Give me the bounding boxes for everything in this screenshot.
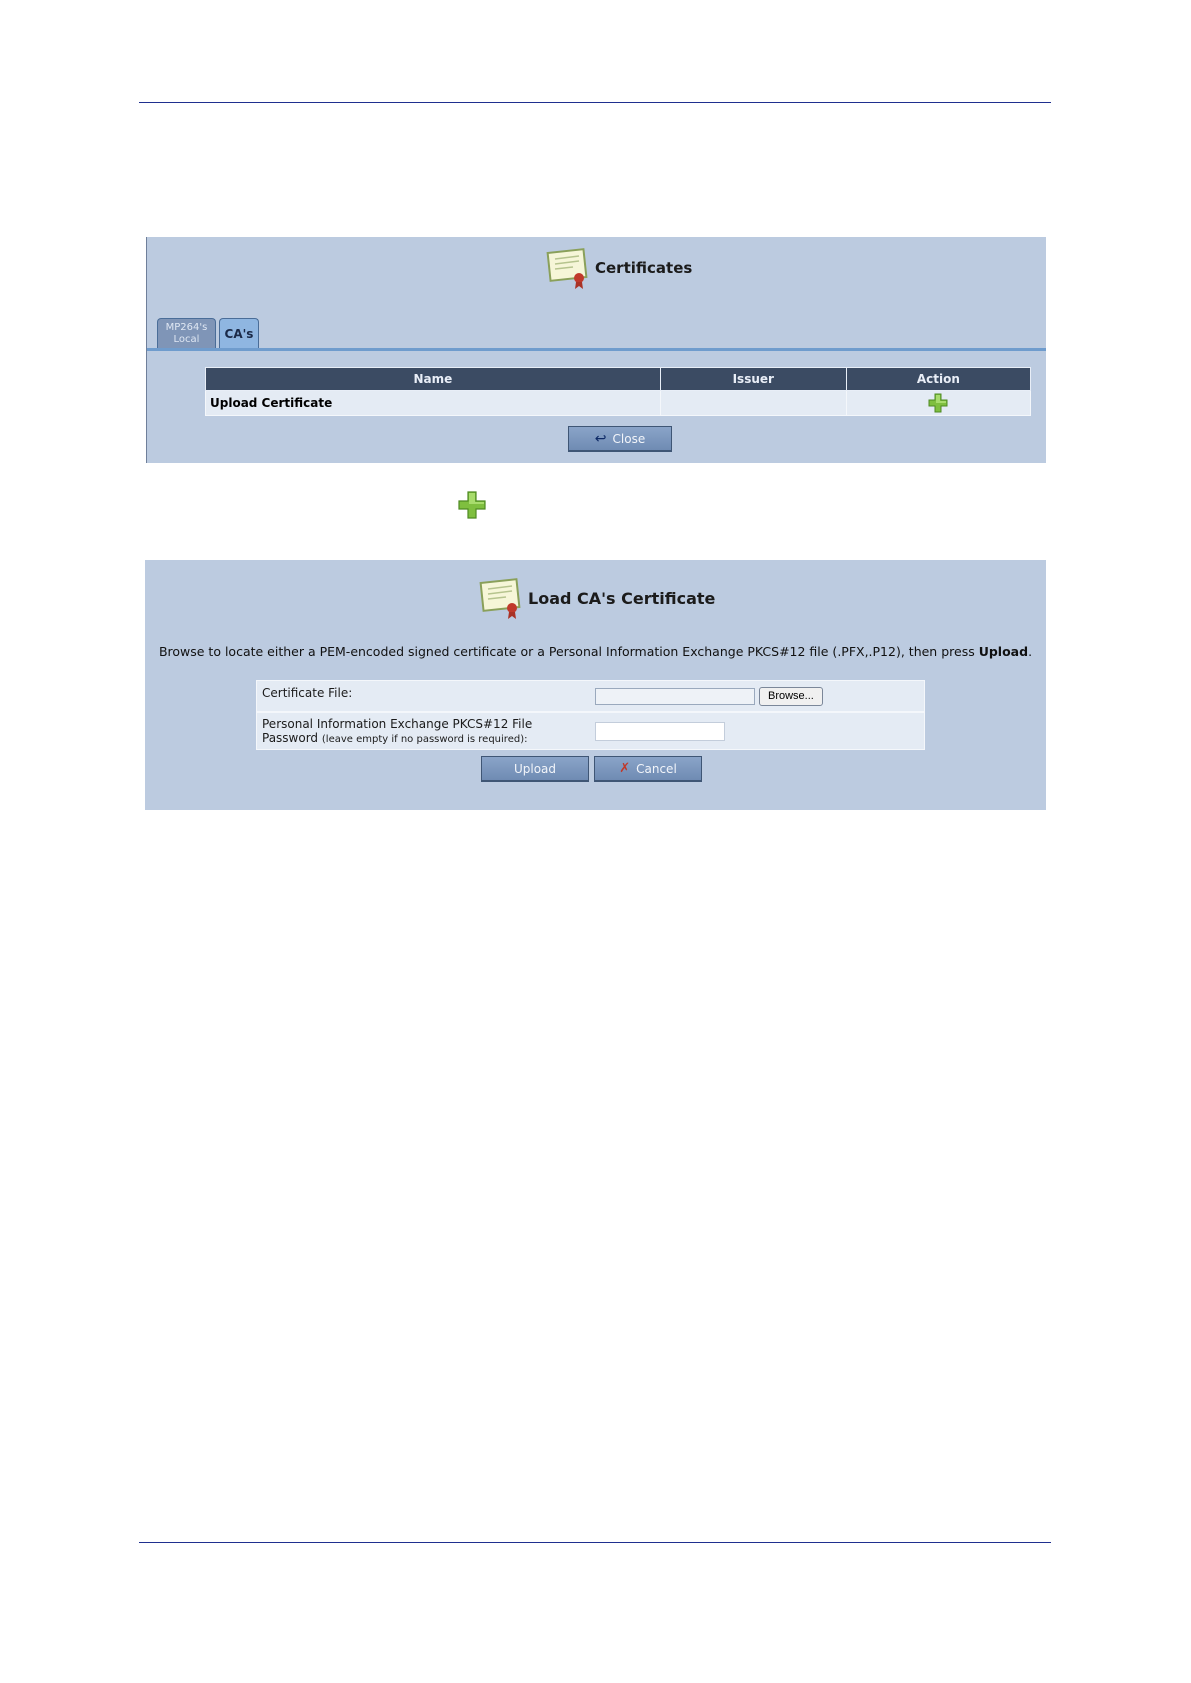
- password-hint: (leave empty if no password is required)…: [321, 734, 528, 745]
- column-header-issuer: Issuer: [659, 367, 847, 391]
- instructions-bold: Upload: [978, 644, 1029, 659]
- upload-button[interactable]: Upload: [481, 756, 589, 782]
- cell-action: [845, 390, 1032, 416]
- password-controls: [593, 713, 924, 749]
- password-label: Personal Information Exchange PKCS#12 Fi…: [257, 713, 593, 749]
- return-arrow-icon: ↩: [594, 430, 607, 447]
- tab-underline: [147, 348, 1046, 351]
- instructions-suffix: .: [1028, 644, 1033, 659]
- tab-local[interactable]: MP264's Local: [157, 318, 216, 349]
- page-title: Certificates: [595, 259, 693, 277]
- close-icon: ✗: [619, 761, 631, 776]
- certificates-table: Name Issuer Action Upload Certificate: [205, 367, 1032, 416]
- password-label-line2: Password: [262, 731, 319, 745]
- upload-form: Certificate File: Browse... Personal Inf…: [256, 680, 925, 750]
- certificates-panel: Certificates MP264's Local CA's Name Iss…: [146, 237, 1046, 463]
- cancel-button[interactable]: ✗ Cancel: [594, 756, 702, 782]
- tab-bar: MP264's Local CA's: [157, 318, 259, 349]
- header-rule: [139, 102, 1051, 103]
- certificate-file-controls: Browse...: [593, 681, 924, 711]
- load-title-row: Load CA's Certificate: [478, 575, 715, 621]
- table-row: Upload Certificate: [205, 390, 1032, 416]
- instructions-prefix: Browse to locate either a PEM-encoded si…: [158, 644, 979, 659]
- close-button[interactable]: ↩ Close: [568, 426, 672, 452]
- load-certificate-panel: Load CA's Certificate Browse to locate e…: [145, 560, 1046, 810]
- certificate-file-row: Certificate File: Browse...: [256, 680, 925, 712]
- certificates-title-row: Certificates: [545, 245, 692, 291]
- tab-cas-label: CA's: [224, 327, 254, 341]
- tab-cas[interactable]: CA's: [219, 318, 259, 349]
- browse-button[interactable]: Browse...: [759, 686, 823, 706]
- close-button-label: Close: [612, 431, 646, 446]
- password-label-line1: Personal Information Exchange PKCS#12 Fi…: [262, 717, 533, 731]
- column-header-name: Name: [205, 367, 661, 391]
- plus-icon: [458, 491, 486, 519]
- column-header-action: Action: [845, 367, 1032, 391]
- certificate-icon: [479, 578, 521, 619]
- cancel-button-label: Cancel: [636, 761, 677, 776]
- password-row: Personal Information Exchange PKCS#12 Fi…: [256, 712, 925, 750]
- certificate-file-input[interactable]: [595, 687, 755, 705]
- cell-issuer: [659, 390, 847, 416]
- tab-local-label-line2: Local: [173, 334, 200, 345]
- tab-local-label-line1: MP264's: [165, 322, 208, 333]
- cell-name[interactable]: Upload Certificate: [205, 390, 661, 416]
- certificate-file-label: Certificate File:: [262, 686, 353, 700]
- instructions-text: Browse to locate either a PEM-encoded si…: [145, 644, 1046, 659]
- certificate-icon: [546, 248, 588, 289]
- plus-icon[interactable]: [928, 393, 948, 413]
- password-input[interactable]: [595, 721, 725, 741]
- footer-rule: [139, 1542, 1051, 1543]
- load-title: Load CA's Certificate: [528, 588, 716, 608]
- upload-button-label: Upload: [513, 761, 557, 776]
